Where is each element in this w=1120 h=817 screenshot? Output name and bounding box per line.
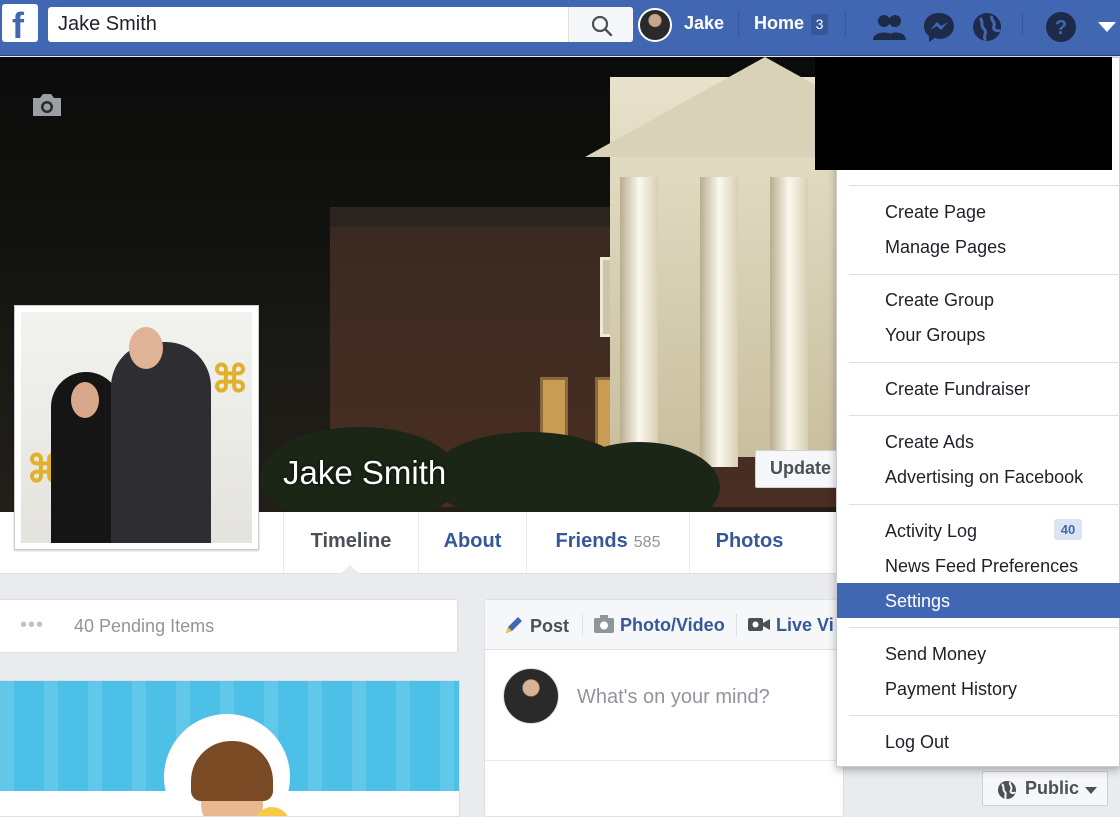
audience-selector-button[interactable]: Public [982,771,1108,806]
tab-label: Photos [715,530,784,552]
menu-item-create-group[interactable]: Create Group [837,282,1120,317]
svg-text:?: ? [1055,17,1067,39]
friend-requests-icon[interactable] [872,10,906,44]
illustration-hair [191,741,273,801]
profile-promo-card [0,680,460,817]
menu-item-advertising[interactable]: Advertising on Facebook [837,459,1120,494]
pending-items-label: 40 Pending Items [74,616,215,636]
composer-divider [485,760,843,761]
menu-item-payment-history[interactable]: Payment History [837,671,1120,706]
cover-column [770,177,808,467]
search-input[interactable] [48,7,566,42]
menu-divider [849,185,1120,186]
tab-divider [736,614,737,636]
menu-divider [849,362,1120,363]
tab-friends[interactable]: Friends 585 [526,512,689,574]
profile-name: Jake [684,13,725,33]
tab-photos[interactable]: Photos [689,512,809,574]
pencil-icon [506,617,522,633]
person-face [129,327,163,369]
help-icon[interactable]: ? [1044,10,1078,44]
menu-item-send-money[interactable]: Send Money [837,636,1120,671]
messenger-icon[interactable] [922,10,956,44]
composer-tabs: Post Photo/Video Live Vi [485,600,1066,650]
backdrop-logo: ⌘ [211,359,249,401]
top-navigation-bar: f Jake Home 3 ? [0,0,1120,56]
menu-item-manage-pages[interactable]: Manage Pages [837,229,1120,264]
audience-label: Public [1025,778,1080,798]
home-count-badge: 3 [811,14,828,35]
post-composer: Post Photo/Video Live Vi What's on your … [484,599,1066,817]
menu-item-news-feed-preferences[interactable]: News Feed Preferences [837,548,1120,583]
menu-item-create-ads[interactable]: Create Ads [837,424,1120,459]
menu-divider [849,415,1120,416]
cover-profile-name[interactable]: Jake Smith [283,454,446,492]
tab-label: Friends [555,530,628,552]
cover-column [700,177,738,467]
menu-divider [849,504,1120,505]
composer-tab-label: Photo/Video [620,615,725,635]
composer-avatar [503,668,559,724]
search-button[interactable] [568,7,633,42]
video-icon [748,618,770,631]
menu-item-log-out[interactable]: Log Out [837,724,1120,759]
nav-divider [1022,12,1023,36]
globe-icon [998,781,1016,800]
menu-item-create-fundraiser[interactable]: Create Fundraiser [837,371,1120,406]
chevron-down-icon [1085,787,1097,794]
tab-label: About [443,530,502,552]
avatar [638,8,672,42]
nav-divider [845,12,846,36]
profile-picture[interactable]: ⌘ ⌘ [14,305,259,550]
menu-divider [849,715,1120,716]
profile-photo: ⌘ ⌘ [21,312,252,543]
cover-column [620,177,658,467]
update-info-button[interactable]: Update [755,450,845,488]
menu-item-your-groups[interactable]: Your Groups [837,317,1120,352]
facebook-logo[interactable]: f [2,4,38,46]
composer-input[interactable]: What's on your mind? [577,686,770,709]
notifications-globe-icon[interactable] [970,10,1004,44]
tab-about[interactable]: About [418,512,526,574]
composer-tab-label: Post [530,616,570,636]
more-dots-icon: ••• [20,614,45,636]
tab-label: Timeline [310,530,392,552]
account-menu-caret-icon[interactable] [1090,10,1120,44]
composer-tab-photo-video[interactable]: Photo/Video [593,614,725,636]
tab-divider [582,614,583,636]
logo-letter: f [12,5,24,46]
menu-item-create-page[interactable]: Create Page [837,194,1120,229]
active-tab-pointer [340,565,360,574]
composer-tab-post[interactable]: Post [503,614,569,637]
composer-tab-label: Live Vi [776,615,834,635]
activity-log-count-badge: 40 [1054,519,1082,540]
menu-divider [849,274,1120,275]
nav-divider [738,12,739,36]
menu-divider [849,627,1120,628]
friends-count: 585 [633,534,661,551]
composer-tab-live-video[interactable]: Live Vi [747,614,834,636]
person-face [71,382,99,418]
person-figure [111,342,211,543]
redaction-block [815,57,1112,170]
pending-items-card[interactable]: ••• 40 Pending Items [0,599,458,653]
camera-icon[interactable] [30,92,64,118]
menu-item-settings[interactable]: Settings [837,583,1120,618]
search-icon [591,15,613,37]
home-link[interactable]: Home [754,13,804,34]
camera-icon [594,615,614,633]
search-box [48,7,633,42]
